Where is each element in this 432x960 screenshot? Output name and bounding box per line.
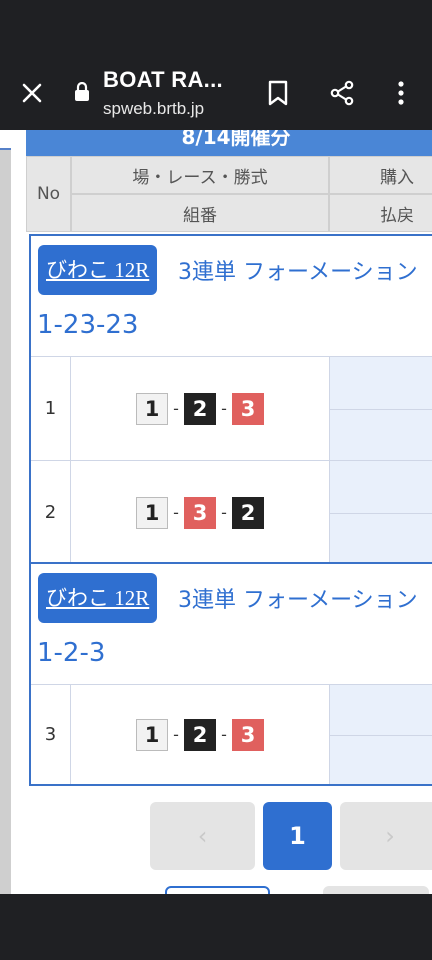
boat-number-2: 2 [184, 718, 216, 751]
boat-number-2: 2 [184, 392, 216, 425]
table-row: 1 1 - 2 - 3 [31, 356, 432, 460]
boat-number-1: 1 [136, 392, 168, 425]
boat-number-3: 3 [232, 718, 264, 751]
header-purchase: 購入 [329, 156, 432, 194]
combination-boxes: 1 - 2 - 3 [71, 685, 329, 784]
page-title: BOAT RA... [103, 67, 223, 92]
system-nav-bar [0, 894, 432, 960]
bet-type: 3連単 フォーメーション [178, 588, 418, 613]
purchase-payout-cell [329, 357, 432, 460]
table-row: 3 1 - 2 - 3 [31, 684, 432, 784]
pagination-prev-button[interactable]: ‹ [150, 802, 255, 870]
formation-text: 1-23-23 [37, 310, 139, 340]
combination-boxes: 1 - 3 - 2 [71, 461, 329, 564]
row-number: 2 [31, 461, 71, 564]
date-header: 8/14開催分 [26, 130, 432, 156]
header-venue-race-type: 場・レース・勝式 [71, 156, 329, 194]
header-combination: 組番 [71, 194, 329, 232]
lock-icon [68, 78, 96, 106]
partial-button[interactable] [165, 886, 270, 894]
combination-boxes: 1 - 2 - 3 [71, 357, 329, 460]
purchase-payout-cell [329, 461, 432, 564]
partial-button[interactable] [323, 886, 429, 894]
pagination-current-button[interactable]: 1 [263, 802, 332, 870]
row-number: 3 [31, 685, 71, 784]
formation-text: 1-2-3 [37, 638, 106, 668]
venue-race-link[interactable]: びわこ 12R [38, 245, 158, 295]
more-vert-icon[interactable] [383, 75, 419, 111]
venue-race-link[interactable]: びわこ 12R [38, 573, 158, 623]
browser-toolbar: BOAT RA... spweb.brtb.jp [0, 56, 432, 130]
bet-card: びわこ 12R 3連単 フォーメーション 1-23-23 1 1 - 2 - 3… [29, 234, 432, 566]
status-bar [0, 0, 432, 56]
bookmark-icon[interactable] [260, 75, 296, 111]
side-panel-edge [0, 130, 11, 894]
boat-number-3: 3 [232, 392, 264, 425]
boat-number-1: 1 [136, 718, 168, 751]
close-icon[interactable] [14, 75, 50, 111]
table-row: 2 1 - 3 - 2 [31, 460, 432, 564]
bet-type: 3連単 フォーメーション [178, 260, 418, 285]
boat-number-3: 3 [184, 496, 216, 529]
row-number: 1 [31, 357, 71, 460]
page-url: spweb.brtb.jp [103, 99, 205, 118]
share-icon[interactable] [324, 75, 360, 111]
boat-number-2: 2 [232, 496, 264, 529]
pagination-next-button[interactable]: › [340, 802, 432, 870]
bet-card: びわこ 12R 3連単 フォーメーション 1-2-3 3 1 - 2 - 3 [29, 562, 432, 786]
purchase-payout-cell [329, 685, 432, 784]
header-payout: 払戻 [329, 194, 432, 232]
web-content: 8/14開催分 No 場・レース・勝式 組番 購入 払戻 びわこ 12R 3連単… [0, 130, 432, 894]
header-no: No [26, 156, 71, 232]
boat-number-1: 1 [136, 496, 168, 529]
